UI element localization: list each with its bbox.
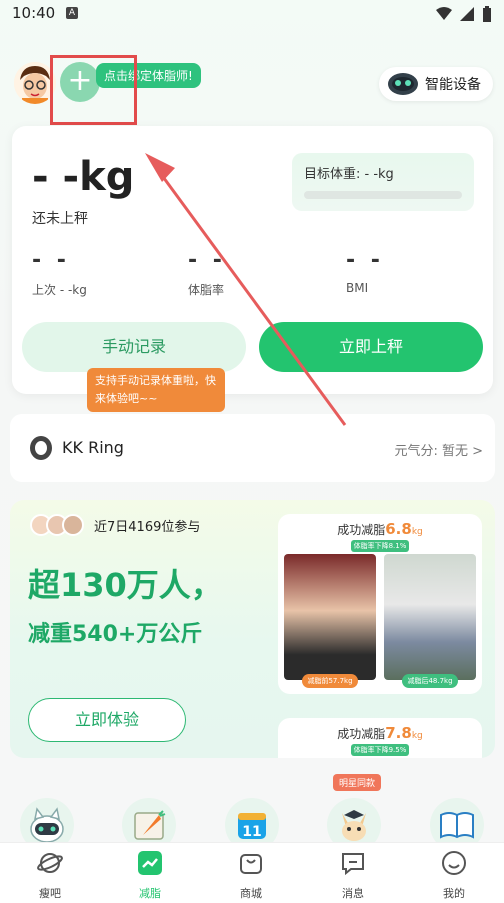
fox-graduate-icon	[342, 810, 366, 841]
smart-device-label: 智能设备	[425, 77, 481, 93]
after-label: 减脂后48.7kg	[402, 674, 458, 688]
calendar-icon: 11	[238, 813, 266, 840]
ring-name: KK Ring	[62, 438, 124, 457]
star-badge: 明星同款	[333, 774, 382, 791]
target-progress-bar	[304, 191, 462, 199]
weigh-status: 还未上秤	[32, 211, 88, 227]
status-bar: 10:40 A	[0, 0, 504, 28]
manual-record-button[interactable]: 手动记录	[22, 322, 246, 372]
trend-chart-icon	[138, 851, 162, 875]
annotation-highlight-box	[50, 55, 137, 125]
story-unit: kg	[411, 731, 423, 741]
smart-device-button[interactable]: 智能设备	[379, 67, 493, 101]
participant-avatar	[62, 514, 84, 536]
story-tag: 体脂率下降9.5%	[351, 744, 409, 756]
tab-label: 我的	[443, 887, 465, 900]
participants-row: 近7日4169位参与	[30, 514, 200, 536]
metric-value: - -	[188, 248, 226, 273]
tab-messages[interactable]: 消息	[303, 849, 403, 901]
current-weight: - -kg	[32, 154, 135, 200]
ring-score: 元气分: 暂无 >	[394, 444, 483, 459]
svg-text:11: 11	[242, 824, 261, 840]
weight-card: - -kg 还未上秤 目标体重: - -kg - - 上次 - -kg - - …	[12, 126, 493, 394]
book-carrot-icon	[134, 810, 166, 840]
participants-text: 近7日4169位参与	[94, 519, 201, 535]
shortcut-row: 明星同款 11	[0, 774, 504, 852]
metric-value: - -	[32, 248, 70, 273]
promo-subline: 减重540+万公斤	[28, 622, 203, 647]
status-icons	[436, 6, 492, 22]
metric-value: - -	[346, 248, 384, 273]
metric-last-weight: - - 上次 - -kg	[32, 248, 87, 298]
wifi-icon	[436, 7, 452, 20]
robot-cat-icon	[30, 807, 64, 843]
promo-headline: 超130万人，	[28, 566, 223, 604]
status-time: 10:40	[12, 4, 56, 22]
tab-label: 消息	[342, 887, 364, 900]
metric-bmi: - - BMI	[346, 248, 384, 295]
tab-shouba[interactable]: 瘦吧	[0, 849, 100, 901]
robot-icon	[388, 73, 418, 95]
tab-label: 瘦吧	[39, 887, 61, 900]
promo-card[interactable]: 近7日4169位参与 超130万人， 减重540+万公斤 立即体验 成功减脂6.…	[10, 500, 495, 758]
story-amount: 6.8	[385, 520, 412, 538]
target-weight-label: 目标体重: - -kg	[304, 167, 394, 182]
before-photo	[284, 554, 376, 680]
battery-icon	[483, 6, 491, 22]
manual-record-tip: 支持手动记录体重啦，快来体验吧~~	[87, 368, 225, 412]
metric-label: 体脂率	[188, 283, 225, 297]
ring-card[interactable]: KK Ring 元气分: 暂无 >	[10, 414, 495, 482]
bottom-tab-bar: 瘦吧 减脂 商城 消息 我的	[0, 842, 504, 903]
story-unit: kg	[411, 527, 423, 537]
weigh-now-button[interactable]: 立即上秤	[259, 322, 483, 372]
metric-label: BMI	[346, 281, 369, 295]
tab-fat-loss[interactable]: 减脂	[100, 849, 200, 901]
after-photo	[384, 554, 476, 680]
story-title: 成功减脂6.8kg	[278, 514, 482, 538]
tab-label: 商城	[240, 887, 262, 900]
success-story-card[interactable]: 成功减脂7.8kg 体脂率下降9.5%	[278, 718, 482, 758]
before-label: 减脂前57.7kg	[302, 674, 358, 688]
story-prefix: 成功减脂	[337, 727, 386, 741]
planet-icon	[37, 853, 63, 873]
smile-icon	[442, 851, 466, 875]
metric-body-fat: - - 体脂率	[188, 248, 226, 298]
tab-mall[interactable]: 商城	[201, 849, 301, 901]
story-amount: 7.8	[385, 724, 412, 742]
signal-icon	[460, 7, 474, 21]
success-story-card[interactable]: 成功减脂6.8kg 体脂率下降8.1% 减脂前57.7kg 减脂后48.7kg	[278, 514, 482, 694]
try-now-button[interactable]: 立即体验	[28, 698, 186, 742]
story-title: 成功减脂7.8kg	[278, 718, 482, 742]
metric-label: 上次 - -kg	[32, 283, 87, 297]
open-book-icon	[440, 812, 474, 839]
ring-icon	[30, 436, 52, 460]
story-prefix: 成功减脂	[337, 523, 386, 537]
tab-label: 减脂	[139, 887, 161, 900]
tab-profile[interactable]: 我的	[404, 849, 504, 901]
shopping-bag-icon	[240, 854, 262, 874]
message-icon	[342, 853, 364, 876]
target-weight-box[interactable]: 目标体重: - -kg	[292, 153, 474, 211]
notification-icon: A	[66, 7, 78, 19]
story-tag: 体脂率下降8.1%	[351, 540, 409, 552]
